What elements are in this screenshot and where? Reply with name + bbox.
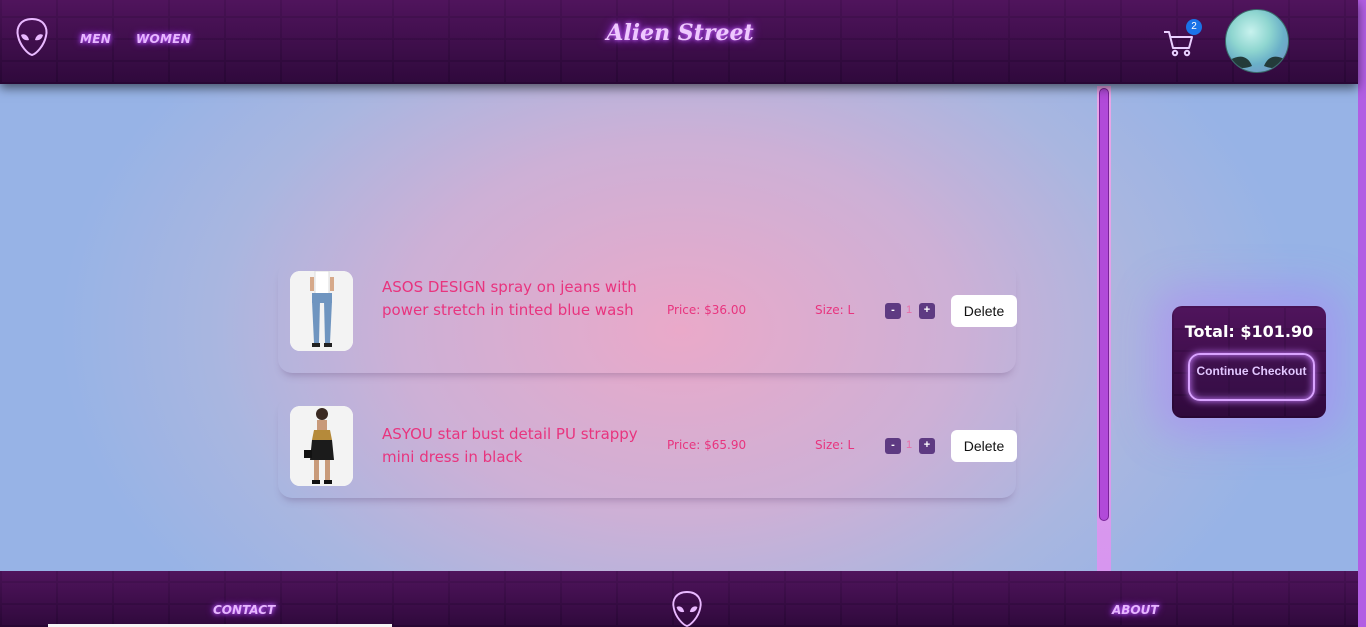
delete-item-button[interactable]: Delete <box>951 295 1017 327</box>
alien-logo-icon[interactable] <box>670 589 704 627</box>
footer-contact-link[interactable]: CONTACT <box>213 603 275 617</box>
product-image-jeans[interactable] <box>290 271 353 351</box>
increase-quantity-button[interactable]: + <box>919 303 935 319</box>
nav-women-link[interactable]: WOMEN <box>136 32 191 46</box>
cart-count-badge: 2 <box>1186 19 1202 35</box>
jeans-model-image <box>290 271 353 351</box>
checkout-card: Total: $101.90 Continue Checkout <box>1172 306 1326 418</box>
continue-checkout-button[interactable]: Continue Checkout <box>1188 353 1315 401</box>
brand-title[interactable]: Alien Street <box>600 20 760 46</box>
product-price: Price: $65.90 <box>667 438 747 452</box>
cart-item: ASOS DESIGN spray on jeans with power st… <box>278 262 1017 373</box>
alien-logo-icon[interactable] <box>14 16 50 58</box>
nav-men-link[interactable]: MEN <box>80 32 111 46</box>
product-size: Size: L <box>815 303 855 317</box>
cart-scrollbar-thumb[interactable] <box>1099 88 1109 521</box>
product-name[interactable]: ASYOU star bust detail PU strappy mini d… <box>382 423 642 469</box>
site-footer: CONTACT ABOUT <box>0 571 1358 627</box>
dress-model-image <box>290 406 353 486</box>
increase-quantity-button[interactable]: + <box>919 438 935 454</box>
decrease-quantity-button[interactable]: - <box>885 303 901 319</box>
footer-about-link[interactable]: ABOUT <box>1112 603 1159 617</box>
quantity-value: 1 <box>905 439 913 451</box>
quantity-value: 1 <box>905 304 913 316</box>
cart-item: ASYOU star bust detail PU strappy mini d… <box>278 397 1017 498</box>
cart-total: Total: $101.90 <box>1184 322 1314 341</box>
decrease-quantity-button[interactable]: - <box>885 438 901 454</box>
product-size: Size: L <box>815 438 855 452</box>
page-scrollbar[interactable] <box>1358 0 1366 627</box>
product-name[interactable]: ASOS DESIGN spray on jeans with power st… <box>382 276 642 322</box>
site-header: MEN WOMEN Alien Street 2 <box>0 0 1358 84</box>
alien-avatar-icon <box>1230 56 1286 68</box>
product-price: Price: $36.00 <box>667 303 747 317</box>
product-image-dress[interactable] <box>290 406 353 486</box>
user-avatar[interactable] <box>1225 9 1289 73</box>
delete-item-button[interactable]: Delete <box>951 430 1017 462</box>
